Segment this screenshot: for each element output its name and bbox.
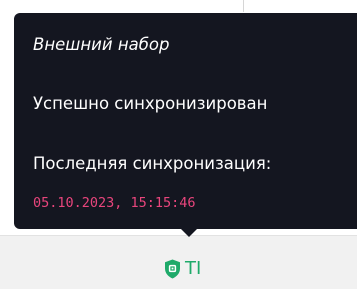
tooltip-arrow — [180, 228, 198, 237]
top-bar-divider — [243, 0, 244, 12]
last-sync-timestamp: 05.10.2023, 15:15:46 — [33, 195, 196, 211]
page: Внешний набор Успешно синхронизирован По… — [0, 0, 357, 289]
sync-status-text: Успешно синхронизирован — [33, 94, 268, 113]
sync-status-item[interactable]: TI — [164, 257, 201, 281]
sync-tooltip: Внешний набор Успешно синхронизирован По… — [14, 13, 357, 229]
status-item-label: TI — [185, 258, 202, 279]
tooltip-title: Внешний набор — [33, 35, 170, 54]
last-sync-label: Последняя синхронизация: — [33, 154, 272, 173]
top-bar — [0, 0, 357, 14]
shield-icon — [165, 259, 180, 279]
